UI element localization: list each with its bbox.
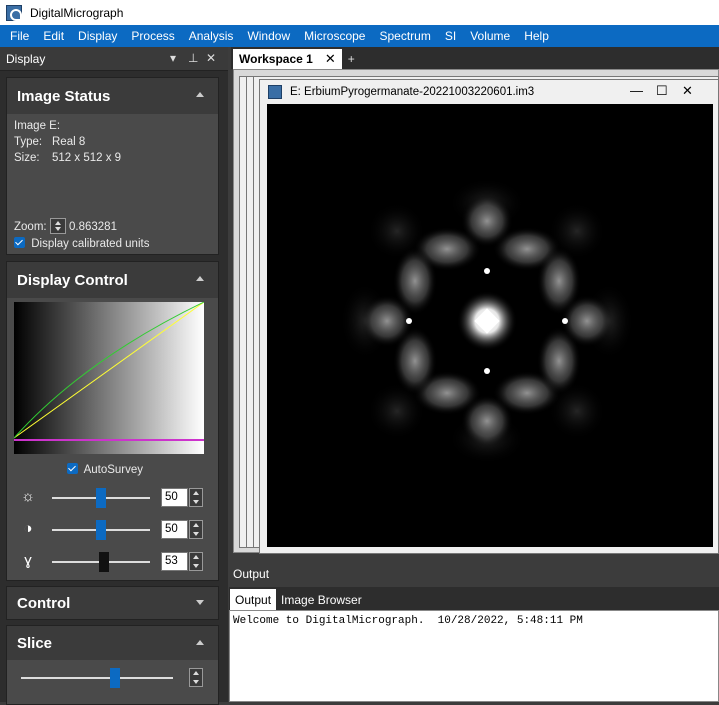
- app-logo-icon: [6, 4, 22, 21]
- brightness-stepper[interactable]: [189, 488, 203, 507]
- output-console[interactable]: Welcome to DigitalMicrograph. 10/28/2022…: [229, 610, 719, 702]
- brightness-slider-row: ☼ 50: [7, 486, 220, 510]
- autosurvey-checkbox[interactable]: [67, 463, 78, 474]
- calibrated-units-row[interactable]: Display calibrated units: [14, 237, 149, 250]
- collapse-icon[interactable]: [196, 92, 204, 97]
- image-status-title: Image Status: [17, 87, 111, 105]
- gamma-slider-row: ɣ 53: [7, 550, 220, 574]
- pin-icon[interactable]: ⊥: [188, 51, 198, 65]
- display-control-panel: Display Control AutoSurvey ☼ 50 ◑ 50 ɣ 5…: [6, 261, 219, 581]
- slice-header[interactable]: Slice: [7, 626, 218, 660]
- output-panel-title: Output: [229, 563, 719, 585]
- size-value: 512 x 512 x 9: [52, 152, 122, 164]
- brightness-thumb[interactable]: [96, 488, 106, 508]
- gamma-value[interactable]: 53: [161, 552, 188, 571]
- slice-body: [7, 660, 218, 704]
- grayscale-ramp: [14, 302, 204, 454]
- control-header[interactable]: Control: [7, 587, 218, 619]
- console-text: Welcome to DigitalMicrograph. 10/28/2022…: [233, 615, 583, 627]
- autosurvey-label: AutoSurvey: [83, 464, 144, 476]
- histogram-transfer-plot[interactable]: [14, 302, 204, 454]
- menu-window[interactable]: Window: [247, 29, 290, 43]
- menu-edit[interactable]: Edit: [43, 29, 64, 43]
- contrast-thumb[interactable]: [96, 520, 106, 540]
- menu-microscope[interactable]: Microscope: [304, 29, 365, 43]
- workspace-tab-label: Workspace 1: [239, 52, 313, 66]
- display-control-header[interactable]: Display Control: [7, 262, 218, 298]
- close-icon[interactable]: ✕: [206, 51, 216, 65]
- contrast-value[interactable]: 50: [161, 520, 188, 539]
- image-status-body: Image E: Type: Real 8 Size: 512 x 512 x …: [7, 114, 218, 254]
- image-window-title-bar[interactable]: E: ErbiumPyrogermanate-20221003220601.im…: [260, 80, 718, 104]
- menu-si[interactable]: SI: [445, 29, 456, 43]
- size-label: Size:: [14, 152, 40, 164]
- menu-spectrum[interactable]: Spectrum: [379, 29, 430, 43]
- output-tab-bar: Output Image Browser: [229, 587, 719, 610]
- gamma-icon: ɣ: [24, 552, 32, 569]
- contrast-slider-row: ◑ 50: [7, 518, 220, 542]
- gamma-thumb[interactable]: [98, 552, 109, 572]
- zoom-value: 0.863281: [69, 221, 117, 233]
- contrast-icon: ◑: [23, 520, 33, 537]
- brightness-value[interactable]: 50: [161, 488, 188, 507]
- minimize-icon[interactable]: —: [630, 83, 643, 98]
- app-title-bar: DigitalMicrograph: [0, 0, 719, 25]
- image-window-title: E: ErbiumPyrogermanate-20221003220601.im…: [290, 86, 535, 98]
- contrast-stepper[interactable]: [189, 520, 203, 539]
- collapse-icon[interactable]: [196, 640, 204, 645]
- image-canvas[interactable]: [267, 104, 713, 547]
- palette-menu-icon[interactable]: ▾: [170, 51, 176, 65]
- zoom-label: Zoom:: [14, 221, 47, 233]
- close-tab-icon[interactable]: ✕: [325, 51, 336, 67]
- type-label: Type:: [14, 136, 43, 148]
- image-window[interactable]: E: ErbiumPyrogermanate-20221003220601.im…: [259, 79, 719, 554]
- workspace-tab-bar: Workspace 1 ✕ +: [231, 47, 719, 69]
- menu-help[interactable]: Help: [524, 29, 549, 43]
- slice-slider-row: [7, 666, 220, 690]
- display-control-body: AutoSurvey ☼ 50 ◑ 50 ɣ 53: [7, 298, 218, 580]
- tab-workspace-1[interactable]: Workspace 1 ✕: [233, 49, 342, 69]
- workspace-area: E: ErbiumPyrogermanate-20221003220601.im…: [233, 69, 719, 554]
- display-control-title: Display Control: [17, 271, 128, 289]
- menu-volume[interactable]: Volume: [470, 29, 510, 43]
- tab-output[interactable]: Output: [230, 589, 277, 610]
- menu-bar: File Edit Display Process Analysis Windo…: [0, 25, 719, 47]
- slice-panel: Slice: [6, 625, 219, 705]
- brightness-icon: ☼: [21, 488, 35, 505]
- calibrated-units-label: Display calibrated units: [31, 238, 150, 250]
- image-label: Image E:: [14, 120, 61, 132]
- app-title: DigitalMicrograph: [30, 5, 124, 20]
- autosurvey-row[interactable]: AutoSurvey: [67, 463, 143, 476]
- diffraction-pattern-image: [339, 177, 635, 465]
- add-workspace-button[interactable]: +: [348, 49, 355, 69]
- slice-thumb[interactable]: [110, 668, 121, 688]
- image-document-icon: [268, 85, 282, 99]
- control-panel: Control: [6, 586, 219, 620]
- slice-title: Slice: [17, 634, 53, 652]
- close-window-icon[interactable]: ✕: [682, 83, 693, 99]
- control-title: Control: [17, 594, 71, 612]
- display-palette: Display ▾ ⊥ ✕ Image Status Image E: Type…: [0, 47, 228, 705]
- image-status-header[interactable]: Image Status: [7, 78, 218, 114]
- gamma-stepper[interactable]: [189, 552, 203, 571]
- calibrated-units-checkbox[interactable]: [14, 237, 25, 248]
- tab-image-browser[interactable]: Image Browser: [276, 589, 367, 610]
- slice-track[interactable]: [21, 677, 173, 679]
- menu-display[interactable]: Display: [78, 29, 117, 43]
- slice-stepper[interactable]: [189, 668, 203, 687]
- menu-file[interactable]: File: [10, 29, 29, 43]
- image-status-panel: Image Status Image E: Type: Real 8 Size:…: [6, 77, 219, 255]
- zoom-row: Zoom: 0.863281: [14, 218, 117, 234]
- palette-title: Display: [6, 51, 46, 66]
- maximize-icon[interactable]: ☐: [656, 83, 668, 99]
- menu-analysis[interactable]: Analysis: [189, 29, 234, 43]
- type-value: Real 8: [52, 136, 86, 148]
- expand-icon[interactable]: [196, 600, 204, 605]
- collapse-icon[interactable]: [196, 276, 204, 281]
- display-palette-header: Display ▾ ⊥ ✕: [0, 47, 228, 71]
- menu-process[interactable]: Process: [131, 29, 174, 43]
- zoom-stepper[interactable]: [49, 218, 66, 234]
